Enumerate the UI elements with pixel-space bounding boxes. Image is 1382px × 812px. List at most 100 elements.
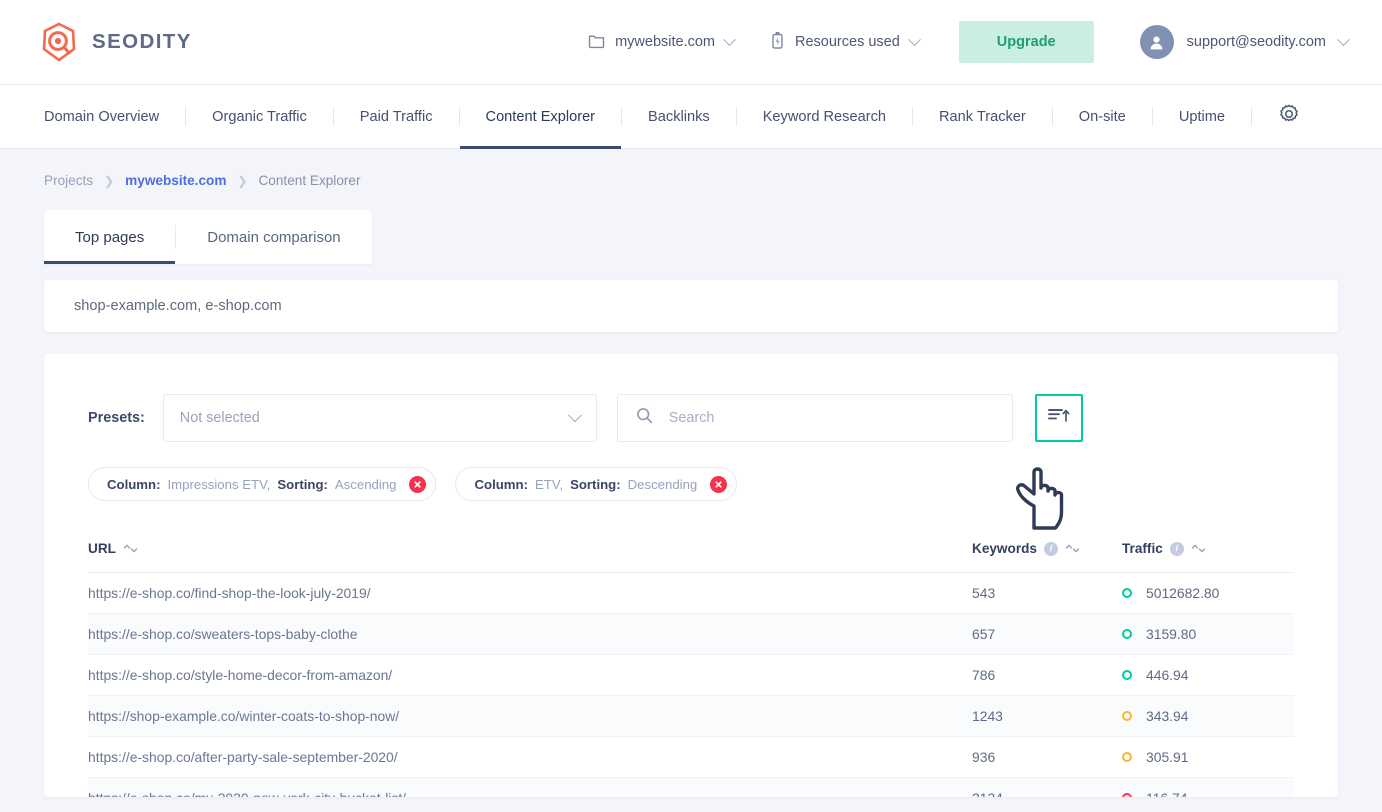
breadcrumb-project[interactable]: mywebsite.com [125,173,226,188]
column-header-url-label: URL [88,541,116,556]
brand-name: SEODITY [92,30,192,53]
nav-item-uptime[interactable]: Uptime [1153,85,1251,148]
cell-keywords: 657 [972,613,1122,655]
column-header-traffic-label: Traffic [1122,541,1163,556]
sort-toggle-icon[interactable] [123,541,138,556]
table-row[interactable]: https://e-shop.co/after-party-sale-septe… [88,736,1294,778]
upgrade-button[interactable]: Upgrade [958,21,1094,63]
traffic-value: 3159.80 [1146,626,1197,642]
cell-keywords: 936 [972,736,1122,778]
sort-ascending-button[interactable] [1034,394,1083,442]
nav-item-keyword-research[interactable]: Keyword Research [737,85,912,148]
nav-item-paid-traffic[interactable]: Paid Traffic [334,85,459,148]
column-header-keywords[interactable]: Keywords i [972,527,1122,573]
breadcrumb: Projects ❯ mywebsite.com ❯ Content Explo… [44,149,1338,188]
filter-chip[interactable]: Column: Impressions ETV, Sorting: Ascend… [88,467,437,501]
cell-url: https://shop-example.co/winter-coats-to-… [88,695,972,737]
nav-item-domain-overview[interactable]: Domain Overview [18,85,185,148]
traffic-value: 343.94 [1146,708,1189,724]
account-menu[interactable]: support@seodity.com [1122,25,1350,59]
chevron-down-icon [907,32,921,46]
cell-traffic: 446.94 [1122,654,1294,696]
nav-item-on-site[interactable]: On-site [1053,85,1152,148]
table-head: URL Keywords i Traffic i [88,527,1294,573]
content-explorer-card: Presets: Not selected Search Column: Imp… [44,354,1338,797]
table-header-row: URL Keywords i Traffic i [88,527,1294,573]
presets-select[interactable]: Not selected [162,394,597,442]
page-url-link[interactable]: https://e-shop.co/sweaters-tops-baby-clo… [88,626,357,642]
site-selector[interactable]: mywebsite.com [570,32,752,53]
search-input[interactable] [668,410,994,426]
column-header-traffic[interactable]: Traffic i [1122,527,1294,573]
chip-column-value: ETV, [534,476,564,492]
table-row[interactable]: https://e-shop.co/style-home-decor-from-… [88,654,1294,696]
remove-filter-icon[interactable] [710,475,728,493]
cell-url: https://e-shop.co/my-2020-new-york-city-… [88,777,972,797]
settings-button[interactable] [1252,85,1300,148]
presets-label: Presets: [88,410,145,426]
folder-icon [588,32,605,53]
top-pages-table: URL Keywords i Traffic i https://e-shop.… [88,527,1294,797]
seodity-logo-icon [40,22,78,62]
nav-item-rank-tracker[interactable]: Rank Tracker [913,85,1052,148]
search-box[interactable] [616,394,1013,442]
table-row[interactable]: https://shop-example.co/winter-coats-to-… [88,695,1294,737]
page-body: Projects ❯ mywebsite.com ❯ Content Explo… [0,149,1382,797]
cell-keywords: 786 [972,654,1122,696]
cell-url: https://e-shop.co/find-shop-the-look-jul… [88,572,972,614]
traffic-value: 305.91 [1146,749,1189,765]
page-url-link[interactable]: https://e-shop.co/my-2020-new-york-city-… [88,790,406,797]
gear-icon [1278,103,1300,130]
chip-sorting-label: Sorting: [277,476,328,492]
page-url-link[interactable]: https://e-shop.co/after-party-sale-septe… [88,749,398,765]
cell-url: https://e-shop.co/style-home-decor-from-… [88,654,972,696]
page-url-link[interactable]: https://e-shop.co/find-shop-the-look-jul… [88,585,371,601]
column-header-keywords-label: Keywords [972,541,1037,556]
resources-used[interactable]: Resources used [752,31,937,54]
cell-traffic: 343.94 [1122,695,1294,737]
status-indicator-red [1122,793,1132,797]
page-url-link[interactable]: https://shop-example.co/winter-coats-to-… [88,708,399,724]
chevron-down-icon [1337,32,1350,46]
domain-input-bar[interactable]: shop-example.com, e-shop.com [44,280,1338,332]
chip-sorting-label: Sorting: [570,476,621,492]
nav-item-backlinks[interactable]: Backlinks [622,85,736,148]
domain-list-value: shop-example.com, e-shop.com [74,298,282,314]
traffic-value: 116.74 [1146,790,1187,797]
filter-chip[interactable]: Column: ETV, Sorting: Descending [455,467,738,501]
status-indicator-amber [1122,752,1132,762]
remove-filter-icon[interactable] [409,475,427,493]
cell-traffic: 5012682.80 [1122,572,1294,614]
sort-ascending-icon [1047,405,1070,431]
sort-toggle-icon[interactable] [1065,541,1080,556]
chevron-down-icon [567,408,582,423]
brand-logo[interactable]: SEODITY [40,22,192,62]
chip-sorting-value: Descending [627,476,698,492]
info-icon[interactable]: i [1169,541,1184,556]
status-indicator-green [1122,588,1132,598]
info-icon[interactable]: i [1043,541,1058,556]
traffic-value: 5012682.80 [1146,585,1220,601]
status-indicator-amber [1122,711,1132,721]
resources-used-label: Resources used [795,34,900,50]
tab-domain-comparison[interactable]: Domain comparison [176,210,371,264]
nav-item-organic-traffic[interactable]: Organic Traffic [186,85,333,148]
sort-toggle-icon[interactable] [1191,541,1206,556]
chip-column-label: Column: [107,476,161,492]
column-header-url[interactable]: URL [88,527,972,573]
traffic-value: 446.94 [1146,667,1189,683]
table-row[interactable]: https://e-shop.co/find-shop-the-look-jul… [88,572,1294,614]
chip-column-value: Impressions ETV, [167,476,271,492]
table-row[interactable]: https://e-shop.co/sweaters-tops-baby-clo… [88,613,1294,655]
breadcrumb-separator: ❯ [104,173,115,188]
cell-url: https://e-shop.co/sweaters-tops-baby-clo… [88,613,972,655]
tab-top-pages[interactable]: Top pages [44,210,176,264]
nav-item-content-explorer[interactable]: Content Explorer [459,85,622,149]
table-row[interactable]: https://e-shop.co/my-2020-new-york-city-… [88,777,1294,797]
breadcrumb-projects[interactable]: Projects [44,173,93,188]
page-url-link[interactable]: https://e-shop.co/style-home-decor-from-… [88,667,392,683]
status-indicator-green [1122,629,1132,639]
cell-traffic: 3159.80 [1122,613,1294,655]
cell-keywords: 1243 [972,695,1122,737]
battery-icon [770,31,785,54]
